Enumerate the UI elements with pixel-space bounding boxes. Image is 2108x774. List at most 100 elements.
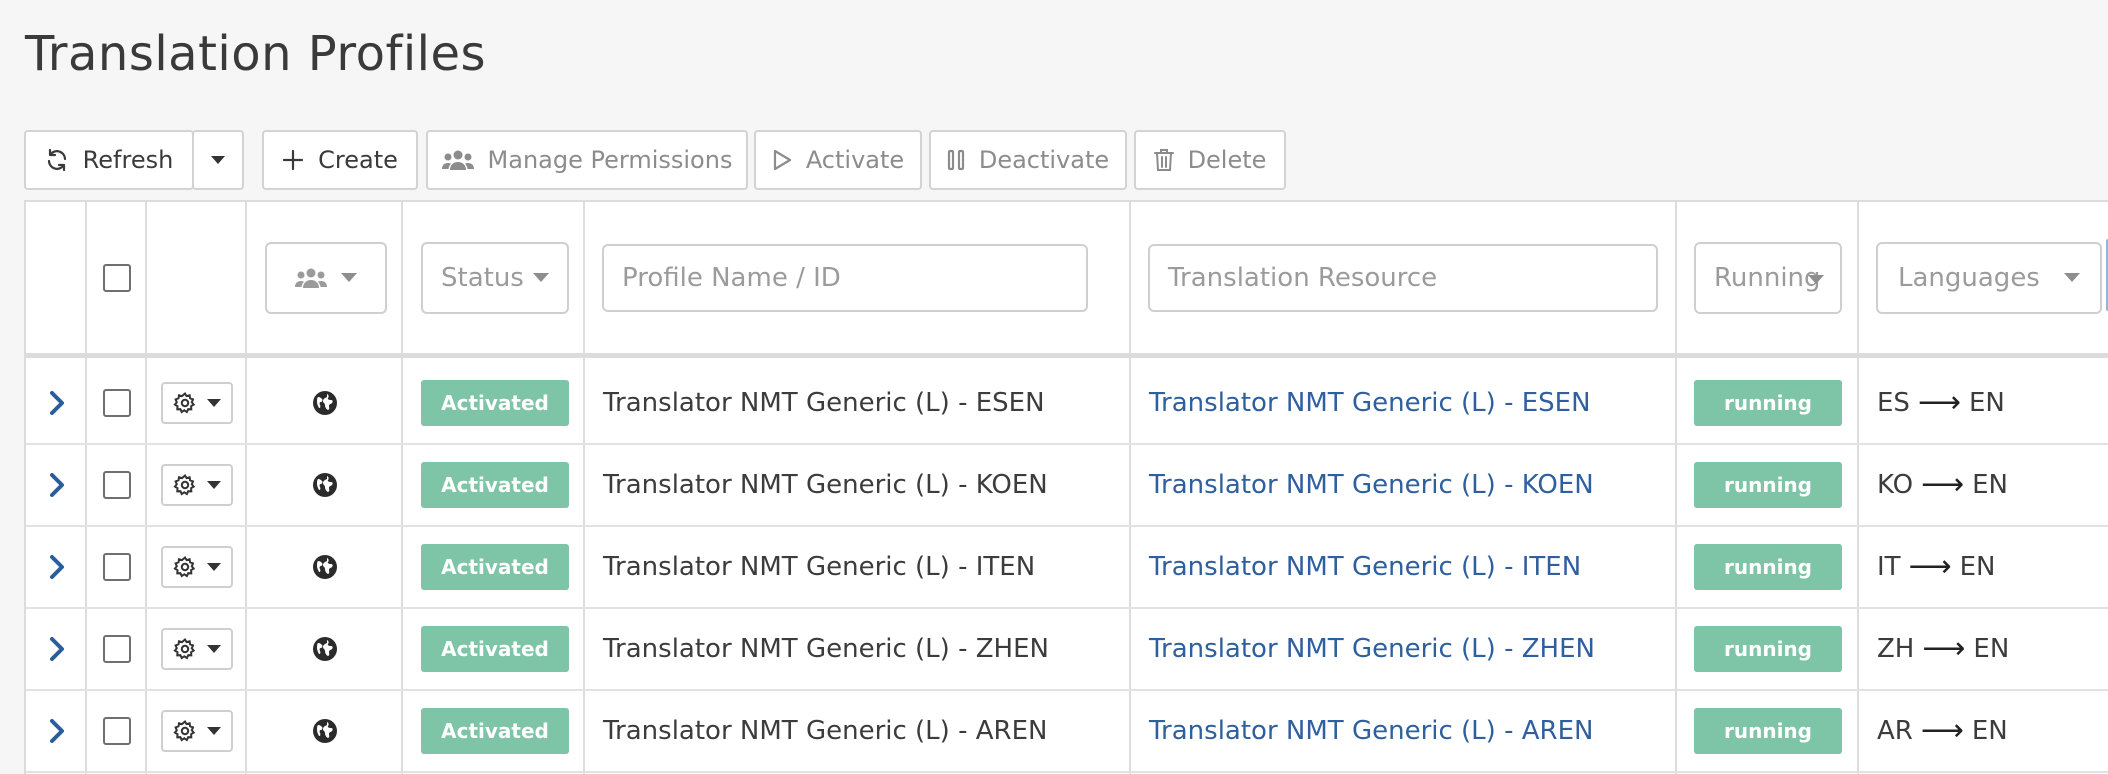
select-all-checkbox[interactable] (103, 263, 131, 292)
running-badge: running (1694, 544, 1842, 590)
table-row: Activated Translator NMT Generic (L) - Z… (26, 609, 2108, 691)
language-pair: IT ⟶ EN (1877, 549, 1996, 584)
status-filter[interactable]: Status (421, 241, 569, 314)
source-language: IT (1877, 552, 1901, 582)
deactivate-button[interactable]: Deactivate (929, 130, 1127, 190)
profile-name: Translator NMT Generic (L) - ITEN (603, 552, 1036, 582)
globe-icon (313, 637, 337, 661)
manage-permissions-button[interactable]: Manage Permissions (426, 130, 748, 190)
trash-icon (1153, 149, 1174, 171)
chevron-right-icon[interactable] (49, 554, 65, 580)
page-title: Translation Profiles (25, 26, 487, 82)
target-language: EN (1973, 634, 2010, 664)
target-language: EN (1972, 470, 2008, 500)
translation-resource-link[interactable]: Translator NMT Generic (L) - ITEN (1149, 552, 1581, 582)
status-badge: Activated (421, 626, 569, 672)
status-badge: Activated (421, 462, 569, 508)
row-settings-dropdown[interactable] (161, 546, 233, 588)
source-language: KO (1877, 470, 1914, 500)
chevron-down-icon (341, 273, 357, 282)
status-badge: Activated (421, 380, 569, 426)
play-icon (773, 149, 791, 171)
create-label: Create (318, 146, 398, 174)
chevron-right-icon[interactable] (49, 718, 65, 744)
arrow-right-icon: ⟶ (1917, 385, 1961, 420)
arrow-right-icon: ⟶ (1920, 713, 1964, 748)
languages-filter[interactable]: Languages (1876, 241, 2102, 314)
activate-button[interactable]: Activate (754, 130, 922, 190)
target-language: EN (1959, 552, 1996, 582)
refresh-options-dropdown[interactable] (192, 130, 244, 190)
source-language: AR (1877, 716, 1913, 746)
translation-resource-link[interactable]: Translator NMT Generic (L) - ZHEN (1149, 634, 1595, 664)
globe-icon (313, 391, 337, 415)
manage-permissions-label: Manage Permissions (487, 146, 733, 174)
table-row: Activated Translator NMT Generic (L) - I… (26, 527, 2108, 609)
table-header: Status Profile Name / ID Translation Res… (26, 202, 2108, 358)
refresh-label: Refresh (82, 146, 174, 174)
target-language: EN (1971, 716, 2008, 746)
translation-resource-filter[interactable]: Translation Resource (1148, 243, 1658, 312)
languages-filter-label: Languages (1898, 262, 2040, 293)
globe-icon (313, 473, 337, 497)
refresh-button[interactable]: Refresh (24, 130, 194, 190)
translation-resource-link[interactable]: Translator NMT Generic (L) - KOEN (1149, 470, 1594, 500)
activate-label: Activate (805, 146, 905, 174)
translation-resource-link[interactable]: Translator NMT Generic (L) - ESEN (1149, 388, 1591, 418)
gear-icon (173, 391, 196, 414)
row-checkbox[interactable] (103, 635, 131, 663)
running-badge: running (1694, 626, 1842, 672)
chevron-down-icon (207, 399, 221, 407)
permissions-filter[interactable] (265, 241, 387, 314)
globe-icon (313, 719, 337, 743)
table-row: Activated Translator NMT Generic (L) - E… (26, 363, 2108, 445)
users-icon (295, 268, 327, 288)
language-pair: ES ⟶ EN (1877, 385, 2005, 420)
profile-name: Translator NMT Generic (L) - ZHEN (603, 634, 1049, 664)
delete-label: Delete (1187, 146, 1267, 174)
target-language: EN (1968, 388, 2005, 418)
row-checkbox[interactable] (103, 389, 131, 417)
delete-button[interactable]: Delete (1134, 130, 1286, 190)
chevron-down-icon (207, 645, 221, 653)
row-checkbox[interactable] (103, 471, 131, 499)
source-language: ZH (1877, 634, 1915, 664)
arrow-right-icon: ⟶ (1908, 549, 1952, 584)
language-pair: KO ⟶ EN (1877, 467, 2008, 502)
running-filter[interactable]: Running (1694, 241, 1842, 314)
chevron-right-icon[interactable] (49, 390, 65, 416)
chevron-down-icon (211, 156, 225, 164)
gear-icon (173, 719, 196, 742)
row-settings-dropdown[interactable] (161, 628, 233, 670)
arrow-right-icon: ⟶ (1921, 467, 1965, 502)
running-badge: running (1694, 380, 1842, 426)
chevron-down-icon (533, 273, 549, 282)
chevron-down-icon (207, 563, 221, 571)
translation-resource-placeholder: Translation Resource (1168, 262, 1438, 293)
profile-name-filter[interactable]: Profile Name / ID (602, 243, 1088, 312)
gear-icon (173, 555, 196, 578)
deactivate-label: Deactivate (978, 146, 1110, 174)
arrow-right-icon: ⟶ (1922, 631, 1966, 666)
row-settings-dropdown[interactable] (161, 464, 233, 506)
profile-name-placeholder: Profile Name / ID (622, 262, 841, 293)
running-badge: running (1694, 708, 1842, 754)
gear-icon (173, 637, 196, 660)
profile-name: Translator NMT Generic (L) - AREN (603, 716, 1048, 746)
profile-name: Translator NMT Generic (L) - KOEN (603, 470, 1048, 500)
translation-resource-link[interactable]: Translator NMT Generic (L) - AREN (1149, 716, 1593, 746)
chevron-right-icon[interactable] (49, 636, 65, 662)
plus-icon (283, 149, 304, 171)
row-settings-dropdown[interactable] (161, 710, 233, 752)
row-settings-dropdown[interactable] (161, 382, 233, 424)
language-pair: ZH ⟶ EN (1877, 631, 2010, 666)
chevron-right-icon[interactable] (49, 472, 65, 498)
running-filter-label: Running (1714, 262, 1821, 293)
row-checkbox[interactable] (103, 553, 131, 581)
language-pair: AR ⟶ EN (1877, 713, 2008, 748)
source-language: ES (1877, 388, 1910, 418)
create-button[interactable]: Create (262, 130, 418, 190)
row-checkbox[interactable] (103, 717, 131, 745)
globe-icon (313, 555, 337, 579)
refresh-icon (47, 148, 66, 172)
